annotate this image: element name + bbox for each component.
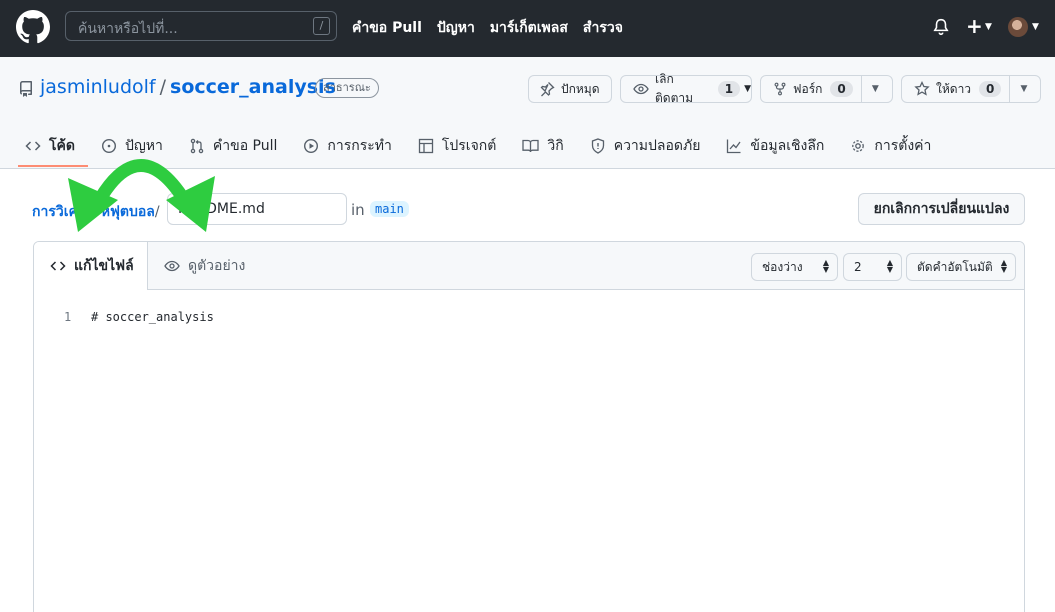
repo-title-separator: / bbox=[159, 76, 167, 98]
tab-issues[interactable]: ปัญหา bbox=[101, 135, 163, 157]
pin-button[interactable]: ปักหมุด bbox=[528, 75, 612, 103]
search-shortcut-key: / bbox=[313, 17, 330, 35]
star-label: ให้ดาว bbox=[936, 81, 972, 96]
fork-label: ฟอร์ก bbox=[793, 81, 823, 96]
pin-label: ปักหมุด bbox=[561, 81, 600, 96]
eye-icon bbox=[164, 258, 180, 274]
repo-header: jasminludolf / soccer_analysis สาธารณะ ปัก… bbox=[0, 57, 1055, 169]
tab-label: ข้อมูลเชิงลึก bbox=[750, 138, 825, 154]
tab-label: วิกิ bbox=[547, 138, 564, 154]
updown-icon: ▲ ▼ bbox=[1000, 258, 1007, 274]
tab-pull-requests[interactable]: คำขอ Pull bbox=[189, 135, 278, 157]
chevron-down-icon: ▼ bbox=[744, 84, 751, 94]
nav-issues[interactable]: ปัญหา bbox=[437, 17, 475, 39]
star-button[interactable]: ให้ดาว 0 ▼ bbox=[901, 75, 1041, 103]
updown-icon: ▲ ▼ bbox=[822, 258, 829, 274]
watch-count: 1 bbox=[717, 81, 741, 97]
visibility-badge: สาธารณะ bbox=[315, 78, 379, 98]
fork-dropdown-chevron-icon[interactable]: ▼ bbox=[860, 76, 889, 102]
edit-tab-label: แก้ไขไฟล์ bbox=[74, 258, 134, 274]
editor-toolbar: แก้ไขไฟล์ ดูตัวอย่าง ช่องว่าง ▲ ▼ 2 ▲ ▼ ตั… bbox=[34, 242, 1024, 290]
filename-input[interactable]: README.md bbox=[167, 193, 347, 225]
code-icon bbox=[25, 138, 41, 154]
tab-actions[interactable]: การกระทำ bbox=[303, 135, 392, 157]
watch-label: เลิกติดตาม bbox=[655, 72, 694, 105]
nav-explore[interactable]: สำรวจ bbox=[583, 17, 623, 39]
nav-pull-requests[interactable]: คำขอ Pull bbox=[352, 17, 422, 39]
indent-size-value: 2 bbox=[854, 260, 862, 274]
repo-owner-link[interactable]: jasminludolf bbox=[40, 76, 156, 98]
tab-projects[interactable]: โปรเจกต์ bbox=[418, 135, 496, 157]
search-placeholder: ค้นหาหรือไปที่... bbox=[78, 21, 178, 37]
book-icon bbox=[522, 138, 540, 154]
repo-name-link[interactable]: soccer_analysis bbox=[170, 76, 336, 98]
tab-label: ความปลอดภัย bbox=[613, 138, 701, 154]
breadcrumb-separator: / bbox=[154, 204, 160, 220]
global-nav: คำขอ Pull ปัญหา มาร์เก็ตเพลส สำรวจ bbox=[352, 17, 623, 39]
watch-button[interactable]: เลิกติดตาม 1 ▼ bbox=[620, 72, 752, 105]
pin-icon bbox=[539, 81, 555, 97]
search-input[interactable]: ค้นหาหรือไปที่... / bbox=[65, 11, 337, 41]
bell-icon[interactable] bbox=[932, 18, 950, 36]
fork-icon bbox=[773, 81, 787, 97]
tab-security[interactable]: ความปลอดภัย bbox=[590, 135, 701, 157]
cancel-changes-button[interactable]: ยกเลิกการเปลี่ยนแปลง bbox=[858, 193, 1025, 225]
indent-mode-select[interactable]: ช่องว่าง ▲ ▼ bbox=[751, 253, 838, 281]
code-icon bbox=[50, 258, 66, 274]
line-number: 1 bbox=[64, 310, 72, 324]
tab-label: การตั้งค่า bbox=[874, 138, 932, 154]
breadcrumb: การวิเคราะห์ฟุตบอล/ bbox=[32, 201, 160, 223]
create-new-button[interactable]: + bbox=[966, 14, 983, 38]
star-icon bbox=[914, 81, 930, 97]
tab-label: ปัญหา bbox=[124, 138, 163, 154]
star-count: 0 bbox=[979, 81, 1002, 97]
github-logo-icon[interactable] bbox=[16, 10, 50, 44]
tab-label: โปรเจกต์ bbox=[441, 138, 497, 154]
tab-edit-file[interactable]: แก้ไขไฟล์ bbox=[34, 242, 148, 290]
tab-settings[interactable]: การตั้งค่า bbox=[850, 135, 931, 157]
in-label: in bbox=[351, 201, 365, 219]
breadcrumb-repo-link[interactable]: การวิเคราะห์ฟุตบอล bbox=[32, 204, 155, 220]
nav-marketplace[interactable]: มาร์เก็ตเพลส bbox=[490, 17, 568, 39]
indent-size-select[interactable]: 2 ▲ ▼ bbox=[843, 253, 902, 281]
star-dropdown-chevron-icon[interactable]: ▼ bbox=[1009, 76, 1037, 102]
pull-request-icon bbox=[189, 138, 205, 154]
file-editor: แก้ไขไฟล์ ดูตัวอย่าง ช่องว่าง ▲ ▼ 2 ▲ ▼ ตั… bbox=[33, 241, 1025, 612]
chevron-down-icon: ▼ bbox=[1032, 22, 1039, 32]
avatar[interactable] bbox=[1008, 17, 1028, 37]
updown-icon: ▲ ▼ bbox=[886, 258, 893, 274]
eye-icon bbox=[633, 81, 649, 97]
fork-count: 0 bbox=[830, 81, 853, 97]
tab-code[interactable]: โค้ด bbox=[25, 135, 75, 157]
tab-label: โค้ด bbox=[49, 138, 75, 154]
table-icon bbox=[418, 138, 434, 154]
fork-button[interactable]: ฟอร์ก 0 ▼ bbox=[760, 75, 893, 103]
branch-label: main bbox=[370, 201, 409, 217]
graph-icon bbox=[726, 138, 742, 154]
play-icon bbox=[303, 138, 319, 154]
shield-icon bbox=[590, 138, 606, 154]
chevron-down-icon: ▼ bbox=[985, 22, 992, 32]
tab-wiki[interactable]: วิกิ bbox=[522, 135, 564, 157]
tab-label: คำขอ Pull bbox=[212, 138, 278, 154]
repo-tabs: โค้ด ปัญหา คำขอ Pull การกระทำ โปรเจกต์ ว… bbox=[25, 135, 957, 157]
wrap-mode-select[interactable]: ตัดคำอัตโนมัติ ▲ ▼ bbox=[906, 253, 1016, 281]
selected-tab-indicator bbox=[18, 165, 88, 167]
tab-label: การกระทำ bbox=[327, 138, 392, 154]
preview-tab-label: ดูตัวอย่าง bbox=[188, 258, 246, 274]
code-line[interactable]: # soccer_analysis bbox=[91, 310, 214, 324]
indent-mode-value: ช่องว่าง bbox=[762, 259, 803, 274]
repo-icon bbox=[19, 81, 32, 97]
repo-title: jasminludolf / soccer_analysis bbox=[40, 76, 336, 98]
wrap-mode-value: ตัดคำอัตโนมัติ bbox=[917, 259, 993, 274]
gear-icon bbox=[850, 138, 866, 154]
issue-icon bbox=[101, 138, 117, 154]
global-header: ค้นหาหรือไปที่... / คำขอ Pull ปัญหา มาร์… bbox=[0, 0, 1055, 57]
tab-insights[interactable]: ข้อมูลเชิงลึก bbox=[726, 135, 824, 157]
tab-preview[interactable]: ดูตัวอย่าง bbox=[164, 242, 245, 290]
